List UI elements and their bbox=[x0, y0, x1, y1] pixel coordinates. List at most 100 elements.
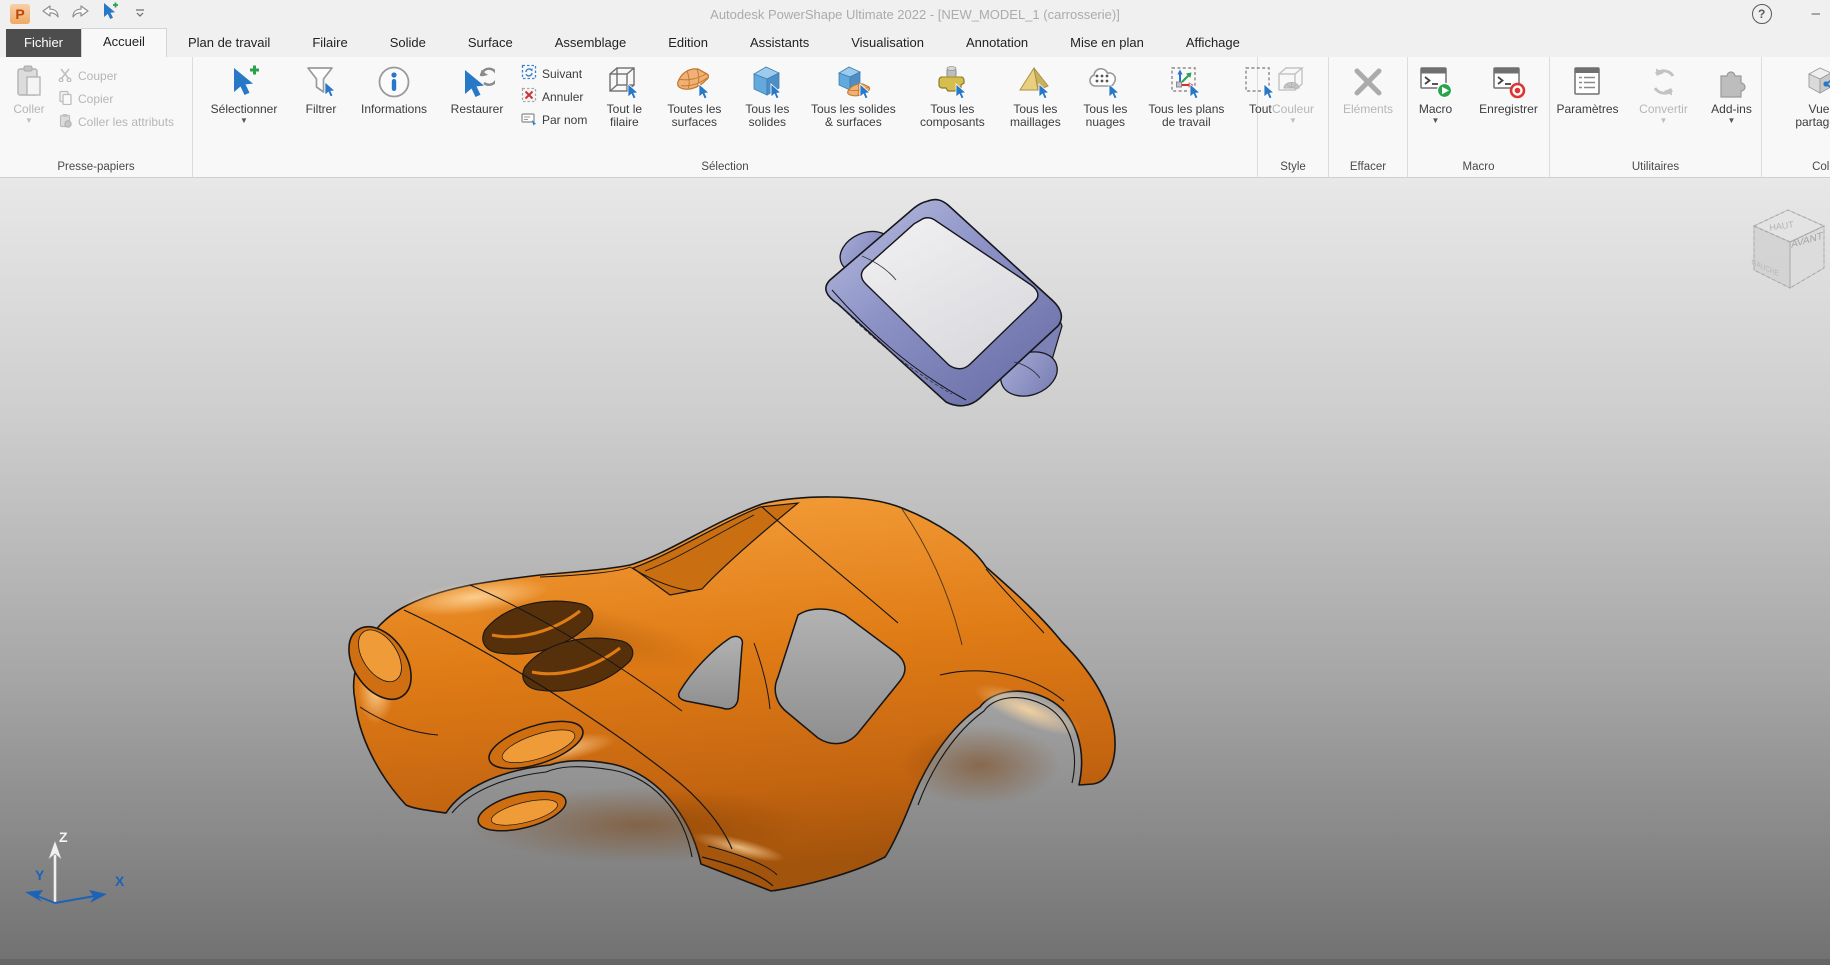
select-all-meshes-button[interactable]: Tous les maillages bbox=[1001, 60, 1069, 130]
select-all-surfaces-button[interactable]: Toutes les surfaces bbox=[657, 60, 731, 130]
component-gear-icon bbox=[934, 61, 970, 103]
paste-attributes-button[interactable]: Coller les attributs bbox=[58, 110, 174, 133]
help-button[interactable]: ? bbox=[1752, 4, 1772, 24]
tab-accueil[interactable]: Accueil bbox=[81, 28, 167, 57]
tab-assemblage[interactable]: Assemblage bbox=[534, 29, 648, 57]
convert-arrows-icon bbox=[1646, 61, 1682, 103]
funnel-icon bbox=[304, 61, 338, 103]
tab-fichier[interactable]: Fichier bbox=[6, 29, 81, 57]
tab-surface[interactable]: Surface bbox=[447, 29, 534, 57]
mesh-pyramid-icon bbox=[1017, 61, 1053, 103]
group-label-collaborer: Coll bbox=[1762, 159, 1830, 177]
window-title: Autodesk PowerShape Ultimate 2022 - [NEW… bbox=[0, 7, 1830, 22]
undo-button[interactable] bbox=[40, 4, 60, 24]
group-selection: Sélectionner ▼ Filtrer Informations Res bbox=[193, 57, 1258, 177]
tab-annotation[interactable]: Annotation bbox=[945, 29, 1049, 57]
dropdown-caret-icon: ▼ bbox=[25, 117, 33, 125]
select-by-name-button[interactable]: Par nom bbox=[521, 108, 587, 131]
tab-solide[interactable]: Solide bbox=[369, 29, 447, 57]
tab-affichage[interactable]: Affichage bbox=[1165, 29, 1261, 57]
copy-button[interactable]: Copier bbox=[58, 87, 174, 110]
puzzle-piece-icon bbox=[1714, 61, 1750, 103]
group-label-presse-papiers: Presse-papiers bbox=[0, 159, 192, 177]
windshield-frame-model[interactable] bbox=[818, 192, 1070, 420]
info-icon bbox=[376, 61, 412, 103]
color-button[interactable]: Couleur ▼ bbox=[1263, 60, 1323, 126]
cancel-selection-button[interactable]: Annuler bbox=[521, 85, 587, 108]
select-all-wireframe-button[interactable]: Tout le filaire bbox=[596, 60, 652, 130]
tab-edition[interactable]: Edition bbox=[647, 29, 729, 57]
group-label-macro: Macro bbox=[1408, 159, 1549, 177]
group-collaborer: Vues partagées Coll bbox=[1762, 57, 1830, 177]
tab-visualisation[interactable]: Visualisation bbox=[830, 29, 945, 57]
scissors-icon bbox=[58, 67, 73, 85]
workplane-icon bbox=[1168, 61, 1204, 103]
quick-access-toolbar: P bbox=[0, 4, 150, 24]
undo-icon bbox=[41, 4, 60, 24]
redo-icon bbox=[71, 4, 90, 24]
shared-views-cube-icon bbox=[1804, 61, 1830, 103]
tab-filaire[interactable]: Filaire bbox=[291, 29, 368, 57]
restore-selection-button[interactable]: Restaurer bbox=[442, 60, 512, 117]
shared-views-button[interactable]: Vues partagées bbox=[1784, 60, 1830, 130]
cursor-plus-icon bbox=[227, 61, 261, 103]
macro-play-icon bbox=[1418, 61, 1454, 103]
select-all-solids-button[interactable]: Tous les solides bbox=[736, 60, 798, 130]
minimize-button[interactable]: – bbox=[1812, 9, 1820, 19]
ribbon-tab-bar: Fichier Accueil Plan de travail Filaire … bbox=[0, 28, 1830, 57]
dropdown-caret-icon: ▼ bbox=[1660, 117, 1668, 125]
surface-patch-icon bbox=[675, 61, 713, 103]
group-macro: Macro ▼ Enregistrer Macro bbox=[1408, 57, 1550, 177]
point-cloud-icon bbox=[1087, 61, 1123, 103]
settings-button[interactable]: Paramètres bbox=[1549, 60, 1627, 117]
cut-button[interactable]: Couper bbox=[58, 64, 174, 87]
tab-plan-de-travail[interactable]: Plan de travail bbox=[167, 29, 291, 57]
convert-button[interactable]: Convertir ▼ bbox=[1631, 60, 1697, 126]
select-button[interactable]: Sélectionner ▼ bbox=[197, 60, 291, 126]
erase-x-icon bbox=[1350, 61, 1386, 103]
view-cube[interactable]: HAUT GAUCHE AVANT bbox=[1742, 202, 1830, 296]
solid-and-surface-icon bbox=[833, 61, 873, 103]
name-tag-icon bbox=[521, 110, 537, 129]
group-style: Couleur ▼ Style bbox=[1258, 57, 1329, 177]
cursor-plus-icon bbox=[100, 2, 120, 27]
macro-button[interactable]: Macro ▼ bbox=[1409, 60, 1463, 126]
solid-cube-icon bbox=[749, 61, 785, 103]
redo-button[interactable] bbox=[70, 4, 90, 24]
tab-mise-en-plan[interactable]: Mise en plan bbox=[1049, 29, 1165, 57]
car-body-model[interactable] bbox=[340, 495, 1130, 905]
chevron-down-icon bbox=[135, 5, 145, 23]
select-all-clouds-button[interactable]: Tous les nuages bbox=[1074, 60, 1136, 130]
group-label-effacer: Effacer bbox=[1329, 159, 1407, 177]
filter-button[interactable]: Filtrer bbox=[296, 60, 346, 117]
select-all-components-button[interactable]: Tous les composants bbox=[908, 60, 996, 130]
clipboard-paste-icon bbox=[13, 61, 45, 103]
group-label-utilitaires: Utilitaires bbox=[1550, 159, 1761, 177]
group-effacer: Eléments Effacer bbox=[1329, 57, 1408, 177]
3d-viewport[interactable]: HAUT GAUCHE AVANT Z X Y bbox=[0, 178, 1830, 965]
select-all-workplanes-button[interactable]: Tous les plans de travail bbox=[1141, 60, 1231, 130]
cancel-selection-icon bbox=[521, 87, 537, 106]
select-all-solids-surfaces-button[interactable]: Tous les solides & surfaces bbox=[803, 60, 903, 130]
customize-qat-button[interactable] bbox=[130, 4, 150, 24]
powershape-logo-icon[interactable]: P bbox=[10, 4, 30, 24]
erase-elements-button[interactable]: Eléments bbox=[1334, 60, 1402, 117]
macro-record-icon bbox=[1491, 61, 1527, 103]
group-utilitaires: Paramètres Convertir ▼ Add-ins ▼ Utilita… bbox=[1550, 57, 1762, 177]
paste-button[interactable]: Coller ▼ bbox=[4, 60, 54, 126]
color-cube-icon bbox=[1275, 61, 1311, 103]
group-label-style: Style bbox=[1258, 159, 1328, 177]
axis-x-label: X bbox=[115, 873, 125, 889]
clipboard-attributes-icon bbox=[58, 113, 73, 131]
axis-y-label: Y bbox=[35, 867, 45, 883]
addins-button[interactable]: Add-ins ▼ bbox=[1701, 60, 1763, 126]
select-next-button[interactable]: Suivant bbox=[521, 62, 587, 85]
settings-list-icon bbox=[1570, 61, 1606, 103]
macro-record-button[interactable]: Enregistrer bbox=[1469, 60, 1549, 117]
tab-assistants[interactable]: Assistants bbox=[729, 29, 830, 57]
powershape-window: { "titlebar": { "title": "Autodesk Power… bbox=[0, 0, 1830, 965]
copy-icon bbox=[58, 90, 73, 108]
informations-button[interactable]: Informations bbox=[351, 60, 437, 117]
select-next-icon bbox=[521, 64, 537, 83]
select-tool-quick-button[interactable] bbox=[100, 4, 120, 24]
